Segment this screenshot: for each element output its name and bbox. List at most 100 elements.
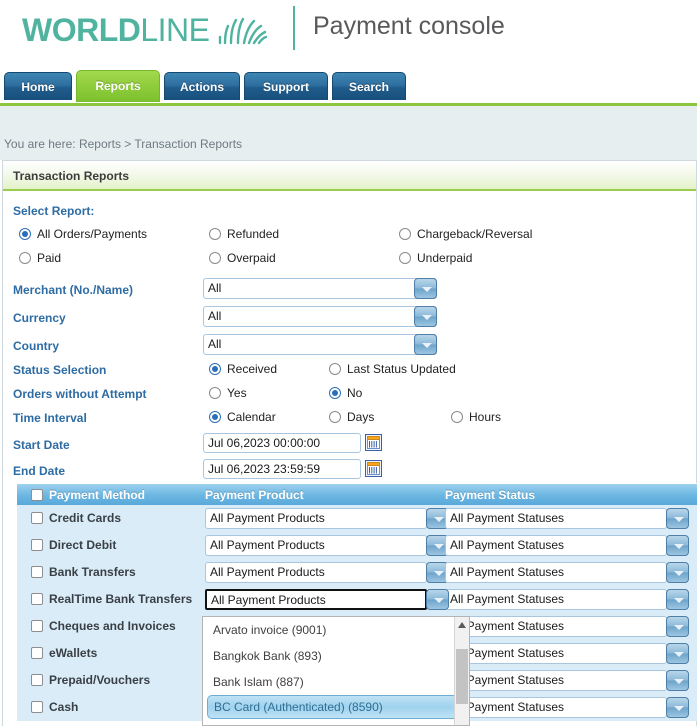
- row-checkbox-direct-debit[interactable]: [31, 539, 43, 551]
- status-select-credit-cards[interactable]: All Payment Statuses: [445, 508, 689, 529]
- row-checkbox-cheques-and-invoices[interactable]: [31, 620, 43, 632]
- product-select-credit-cards[interactable]: All Payment Products: [205, 508, 449, 529]
- radio-days[interactable]: Days: [329, 410, 374, 424]
- row-checkbox-realtime-bank-transfers[interactable]: [31, 593, 43, 605]
- product-select-value[interactable]: All Payment Products: [205, 589, 427, 610]
- currency-select[interactable]: All: [203, 306, 437, 327]
- payment-method-label: Prepaid/Vouchers: [49, 673, 151, 687]
- radio-underpaid[interactable]: Underpaid: [399, 251, 472, 265]
- dropdown-scrollbar[interactable]: [454, 617, 469, 725]
- row-checkbox-prepaid-vouchers[interactable]: [31, 674, 43, 686]
- radio-all-orders-payments[interactable]: All Orders/Payments: [19, 227, 147, 241]
- product-select-direct-debit[interactable]: All Payment Products: [205, 535, 449, 556]
- country-select[interactable]: All: [203, 334, 437, 355]
- status-select-bank-transfers[interactable]: All Payment Statuses: [445, 562, 689, 583]
- chevron-down-icon[interactable]: [666, 670, 689, 691]
- select-all-checkbox[interactable]: [31, 489, 43, 501]
- radio-days-indicator: [329, 411, 341, 423]
- merchant-select[interactable]: All: [203, 278, 437, 299]
- status-select-direct-debit[interactable]: All Payment Statuses: [445, 535, 689, 556]
- radio-last-status-updated[interactable]: Last Status Updated: [329, 362, 456, 376]
- status-select-value[interactable]: All Payment Statuses: [445, 697, 667, 718]
- console-title: Payment console: [313, 12, 505, 40]
- radio-calendar[interactable]: Calendar: [209, 410, 276, 424]
- radio-overpaid[interactable]: Overpaid: [209, 251, 276, 265]
- table-row: Bank Transfers All Payment Products All …: [17, 559, 697, 586]
- chevron-down-icon[interactable]: [666, 508, 689, 529]
- radio-received[interactable]: Received: [209, 362, 277, 376]
- chevron-down-icon[interactable]: [666, 697, 689, 718]
- product-select-value[interactable]: All Payment Products: [205, 562, 427, 583]
- status-select-value[interactable]: All Payment Statuses: [445, 508, 667, 529]
- status-select-value[interactable]: All Payment Statuses: [445, 589, 667, 610]
- payment-method-label: eWallets: [49, 646, 98, 660]
- dropdown-option-bg-bank[interactable]: BG Bank (812): [203, 719, 469, 725]
- chevron-down-icon[interactable]: [666, 616, 689, 637]
- radio-days-label: Days: [347, 410, 375, 424]
- row-checkbox-cash[interactable]: [31, 701, 43, 713]
- product-select-value[interactable]: All Payment Products: [205, 535, 427, 556]
- product-select-realtime-bank-transfers[interactable]: All Payment Products: [205, 589, 449, 610]
- status-select-ewallets[interactable]: All Payment Statuses: [445, 643, 689, 664]
- calendar-icon[interactable]: [365, 460, 382, 477]
- payment-product-dropdown-list[interactable]: Arvato invoice (9001) Bangkok Bank (893)…: [202, 616, 470, 726]
- tab-search[interactable]: Search: [332, 72, 406, 100]
- status-select-value[interactable]: All Payment Statuses: [445, 643, 667, 664]
- currency-dropdown-arrow-icon[interactable]: [414, 306, 437, 327]
- currency-select-value[interactable]: All: [203, 306, 437, 327]
- country-select-value[interactable]: All: [203, 334, 437, 355]
- radio-orders-no[interactable]: No: [329, 386, 362, 400]
- payment-method-label: RealTime Bank Transfers: [49, 592, 193, 606]
- country-dropdown-arrow-icon[interactable]: [414, 334, 437, 355]
- radio-chargeback-reversal-label: Chargeback/Reversal: [417, 227, 533, 241]
- dropdown-option-bangkok-bank[interactable]: Bangkok Bank (893): [203, 643, 469, 669]
- chevron-down-icon[interactable]: [426, 589, 449, 610]
- product-select-value[interactable]: All Payment Products: [205, 508, 427, 529]
- merchant-select-value[interactable]: All: [203, 278, 437, 299]
- merchant-dropdown-arrow-icon[interactable]: [414, 278, 437, 299]
- status-select-realtime-bank-transfers[interactable]: All Payment Statuses: [445, 589, 689, 610]
- calendar-icon[interactable]: [365, 434, 382, 451]
- end-date-input[interactable]: Jul 06,2023 23:59:59: [203, 459, 361, 479]
- tab-reports[interactable]: Reports: [76, 70, 160, 102]
- chevron-down-icon[interactable]: [666, 589, 689, 610]
- scrollbar-thumb[interactable]: [456, 649, 468, 704]
- status-select-value[interactable]: All Payment Statuses: [445, 535, 667, 556]
- start-date-input[interactable]: Jul 06,2023 00:00:00: [203, 433, 361, 453]
- status-select-cash[interactable]: All Payment Statuses: [445, 697, 689, 718]
- radio-paid[interactable]: Paid: [19, 251, 61, 265]
- chevron-down-icon[interactable]: [666, 562, 689, 583]
- chevron-down-icon[interactable]: [666, 643, 689, 664]
- status-select-cheques-and-invoices[interactable]: All Payment Statuses: [445, 616, 689, 637]
- radio-hours[interactable]: Hours: [451, 410, 501, 424]
- tab-support[interactable]: Support: [244, 72, 328, 100]
- scroll-up-arrow-icon[interactable]: [458, 622, 466, 628]
- table-row: RealTime Bank Transfers All Payment Prod…: [17, 586, 697, 613]
- row-checkbox-bank-transfers[interactable]: [31, 566, 43, 578]
- select-report-label: Select Report:: [13, 204, 95, 218]
- chevron-down-icon[interactable]: [666, 535, 689, 556]
- status-select-value[interactable]: All Payment Statuses: [445, 562, 667, 583]
- payment-method-label: Direct Debit: [49, 538, 117, 552]
- radio-orders-yes[interactable]: Yes: [209, 386, 247, 400]
- status-select-value[interactable]: All Payment Statuses: [445, 670, 667, 691]
- dropdown-option-arvato-invoice[interactable]: Arvato invoice (9001): [203, 617, 469, 643]
- tab-home[interactable]: Home: [4, 72, 72, 100]
- row-checkbox-ewallets[interactable]: [31, 647, 43, 659]
- radio-all-orders-payments-indicator: [19, 228, 31, 240]
- worldline-logo: WORLDLINE: [22, 8, 267, 52]
- status-select-prepaid-vouchers[interactable]: All Payment Statuses: [445, 670, 689, 691]
- tab-actions[interactable]: Actions: [164, 72, 240, 100]
- breadcrumb[interactable]: You are here: Reports > Transaction Repo…: [4, 137, 242, 151]
- radio-chargeback-reversal[interactable]: Chargeback/Reversal: [399, 227, 532, 241]
- dropdown-option-bc-card-authenticated[interactable]: BC Card (Authenticated) (8590): [207, 695, 465, 719]
- time-interval-label: Time Interval: [13, 411, 87, 425]
- orders-without-attempt-label: Orders without Attempt: [13, 387, 147, 401]
- status-select-value[interactable]: All Payment Statuses: [445, 616, 667, 637]
- radio-refunded[interactable]: Refunded: [209, 227, 279, 241]
- dropdown-option-bank-islam[interactable]: Bank Islam (887): [203, 669, 469, 695]
- product-select-bank-transfers[interactable]: All Payment Products: [205, 562, 449, 583]
- start-date-label: Start Date: [13, 438, 70, 452]
- row-checkbox-credit-cards[interactable]: [31, 512, 43, 524]
- radio-last-status-updated-label: Last Status Updated: [347, 362, 456, 376]
